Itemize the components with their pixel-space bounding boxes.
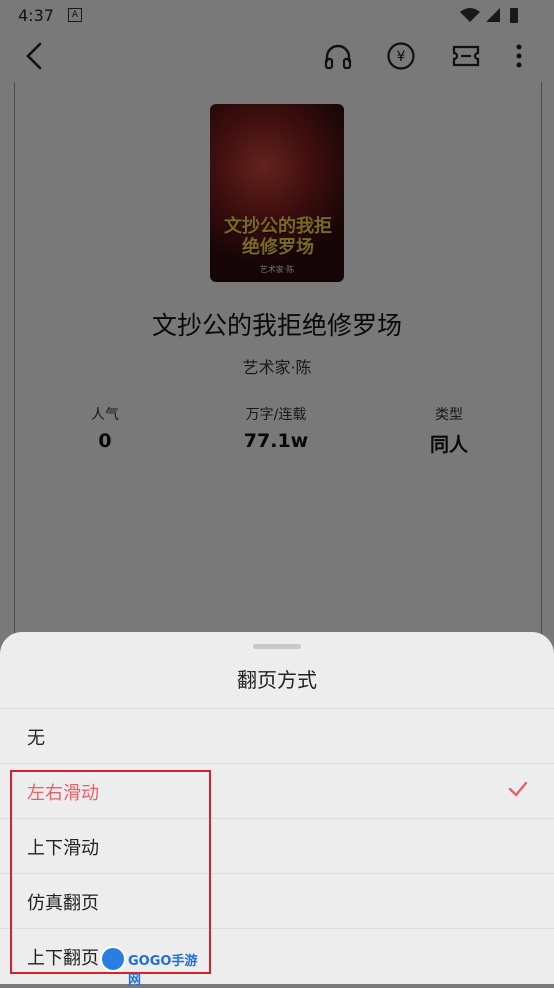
watermark-logo: GOGO手游网 — [100, 944, 210, 988]
sheet-drag-handle[interactable] — [253, 644, 301, 649]
option-label: 无 — [27, 728, 45, 749]
watermark-text: GOGO手游网 — [128, 954, 198, 988]
reader-screen: 4:37 A ¥ — [0, 0, 554, 988]
watermark-icon — [100, 946, 126, 972]
checkmark-icon — [508, 781, 528, 797]
option-none[interactable]: 无 — [0, 708, 554, 764]
sheet-title: 翻页方式 — [237, 668, 317, 692]
